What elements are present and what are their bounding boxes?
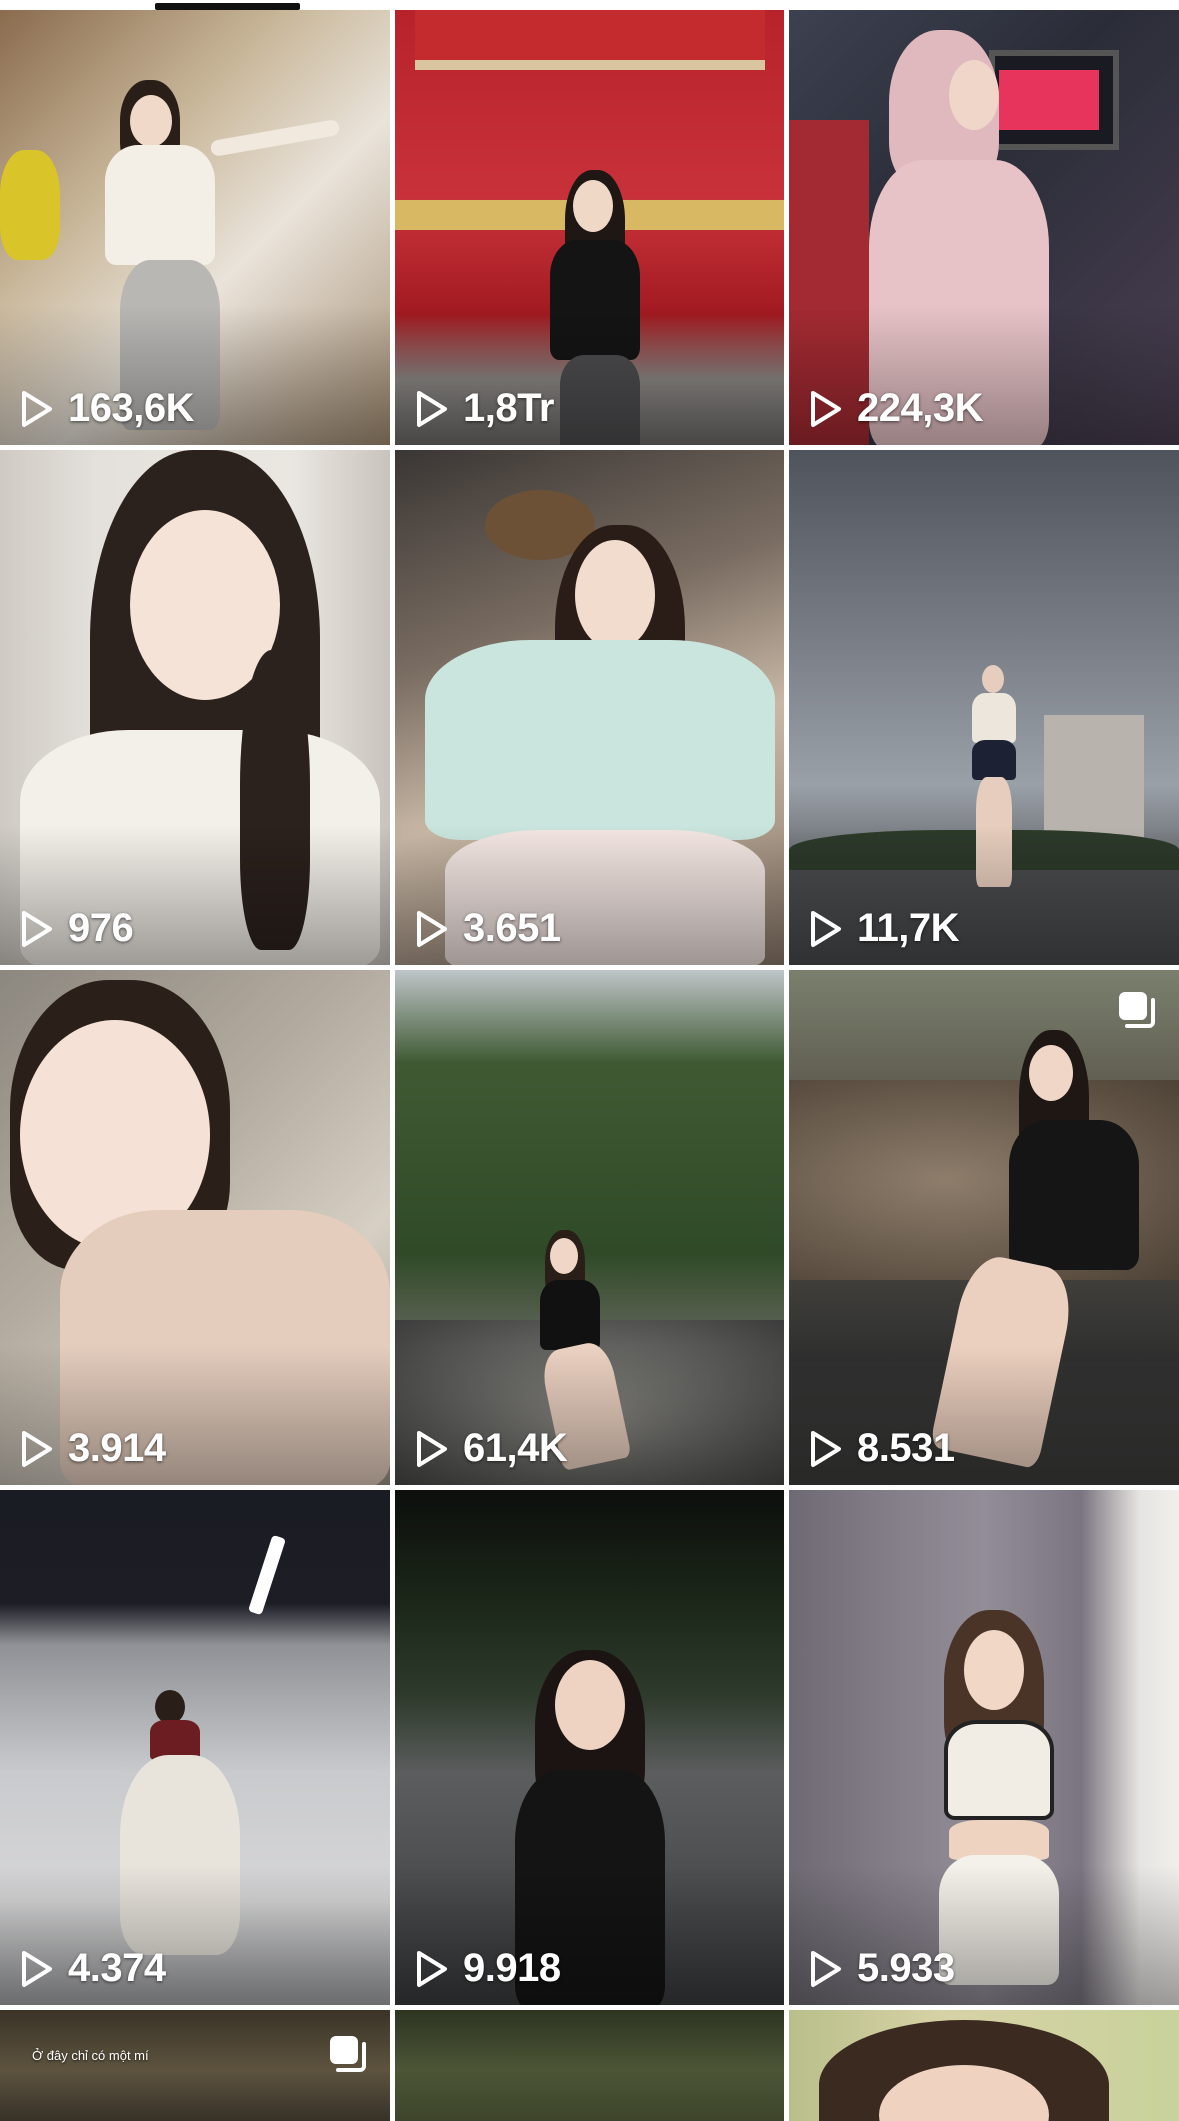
video-tile[interactable]: 224,3K [789, 10, 1179, 445]
view-count: 1,8Tr [415, 386, 554, 431]
multi-photo-icon [1119, 992, 1155, 1028]
video-tile[interactable]: 61,4K [395, 970, 784, 1485]
video-caption: Ở đây chỉ có một mí [32, 2048, 149, 2063]
play-icon [417, 390, 447, 427]
video-tile[interactable]: 1,8Tr [395, 10, 784, 445]
view-count: 976 [20, 906, 134, 951]
view-count: 11,7K [809, 906, 960, 951]
video-tile[interactable]: 163,6K [0, 10, 390, 445]
play-icon [811, 1430, 841, 1467]
view-count: 3.914 [20, 1426, 166, 1471]
play-icon [417, 910, 447, 947]
play-icon [811, 1950, 841, 1987]
view-count: 163,6K [20, 386, 194, 431]
tab-indicator [155, 3, 300, 10]
video-tile[interactable]: 5.933 [789, 1490, 1179, 2005]
play-icon [22, 1950, 52, 1987]
video-tile[interactable]: 11,7K [789, 450, 1179, 965]
play-icon [417, 1950, 447, 1987]
video-thumbnail [819, 2020, 1109, 2121]
play-icon [22, 1430, 52, 1467]
play-icon [811, 390, 841, 427]
play-icon [22, 910, 52, 947]
video-tile[interactable]: 4.374 [0, 1490, 390, 2005]
view-count: 5.933 [809, 1946, 955, 1991]
multi-photo-icon [330, 2036, 366, 2072]
video-tile[interactable]: 3.651 [395, 450, 784, 965]
view-count: 9.918 [415, 1946, 561, 1991]
view-count: 8.531 [809, 1426, 955, 1471]
play-icon [811, 910, 841, 947]
view-count: 3.651 [415, 906, 561, 951]
video-tile[interactable]: 9.918 [395, 1490, 784, 2005]
video-tile[interactable]: Ở đây chỉ có một mí [0, 2010, 390, 2121]
view-count: 224,3K [809, 386, 983, 431]
view-count: 4.374 [20, 1946, 166, 1991]
video-tile[interactable]: 3.914 [0, 970, 390, 1485]
view-count: 61,4K [415, 1426, 568, 1471]
play-icon [417, 1430, 447, 1467]
video-tile[interactable]: 976 [0, 450, 390, 965]
play-icon [22, 390, 52, 427]
video-tile[interactable]: 8.531 [789, 970, 1179, 1485]
video-tile[interactable] [395, 2010, 784, 2121]
video-tile[interactable] [789, 2010, 1179, 2121]
